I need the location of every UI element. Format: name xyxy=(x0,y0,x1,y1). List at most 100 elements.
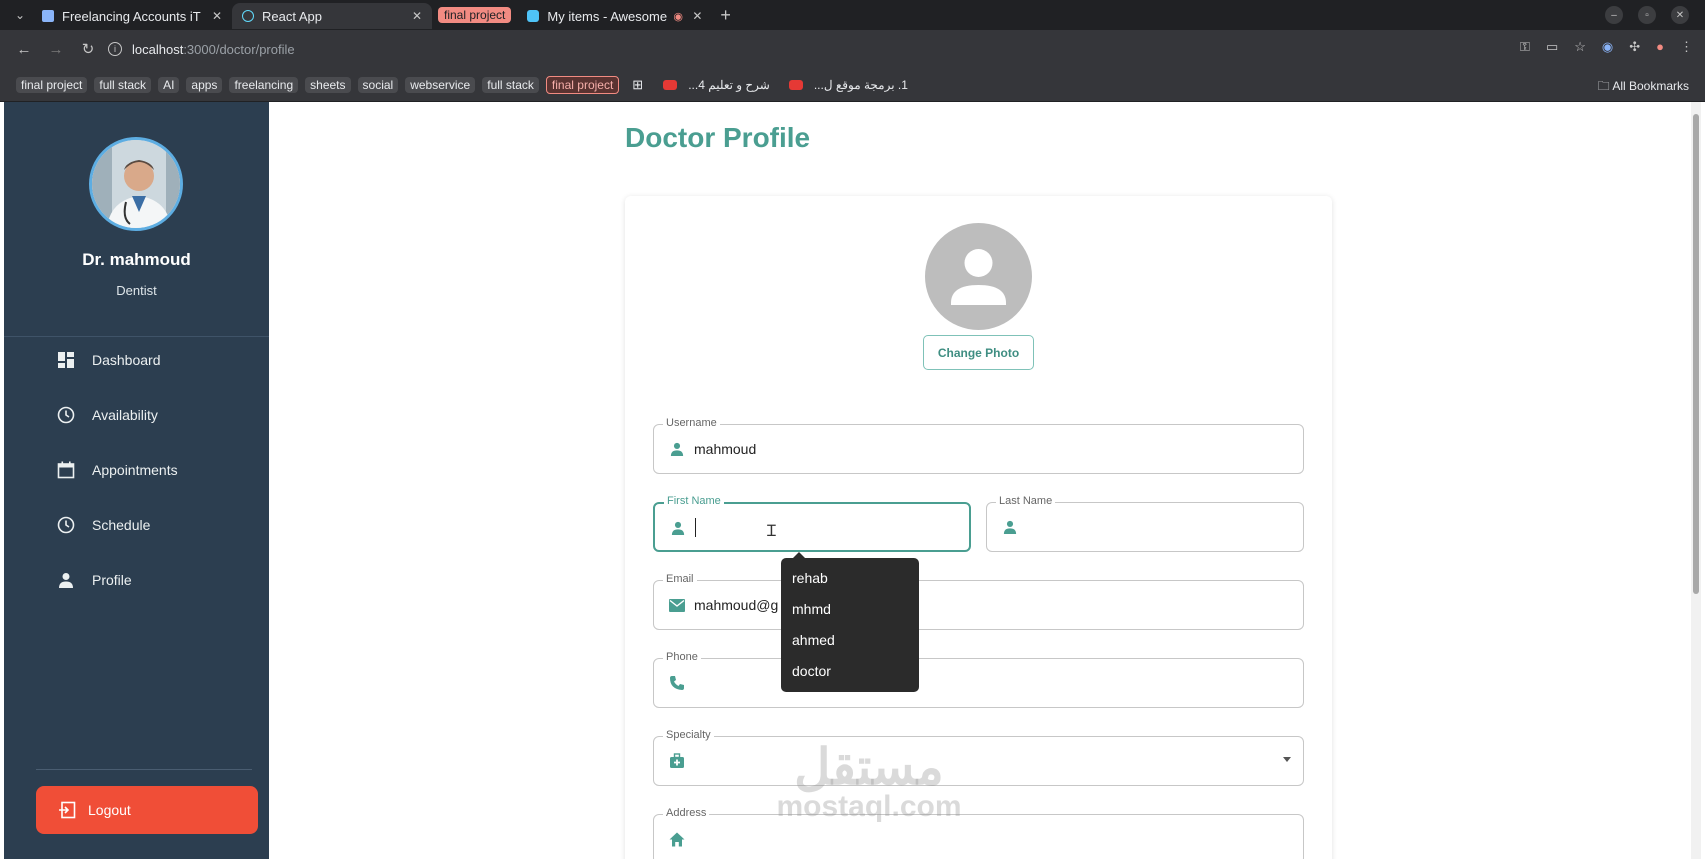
toolbar-icons: ⚿ ▭ ☆ ◉ ✣ ● ⋮ xyxy=(1520,39,1693,55)
autocomplete-option[interactable]: ahmed xyxy=(781,624,919,655)
address-bar[interactable]: i localhost:3000/doctor/profile xyxy=(108,34,1448,64)
forward-arrow-icon[interactable]: → xyxy=(42,35,70,63)
username-field[interactable]: Username mahmoud xyxy=(653,417,1304,474)
sidebar-item-profile[interactable]: Profile xyxy=(56,565,256,595)
last-name-field[interactable]: Last Name xyxy=(986,495,1304,552)
doctor-photo-icon xyxy=(92,140,180,228)
bookmark-item[interactable]: full stack xyxy=(482,76,539,93)
person-placeholder-icon xyxy=(951,249,1006,305)
tab-label: Freelancing Accounts iT xyxy=(62,8,201,24)
bookmark-link[interactable]: 1. برمجة موقع ل... xyxy=(809,77,913,93)
sheets-favicon-icon xyxy=(42,10,54,22)
sidebar-item-schedule[interactable]: Schedule xyxy=(56,510,256,540)
email-field[interactable]: Email mahmoud@g xyxy=(653,573,1304,630)
page-scrollbar[interactable] xyxy=(1691,102,1701,859)
specialty-label: Specialty xyxy=(663,729,714,741)
phone-label: Phone xyxy=(663,651,701,663)
bookmark-item[interactable]: webservice xyxy=(405,76,476,93)
bookmark-item[interactable]: final project xyxy=(545,75,620,94)
url-path: :3000/doctor/profile xyxy=(183,41,295,57)
mostaql-watermark: مستقل mostaql.com xyxy=(744,742,994,822)
autocomplete-option[interactable]: rehab xyxy=(781,562,919,593)
profile-avatar-icon[interactable]: ● xyxy=(1656,39,1664,55)
bookmark-item[interactable]: final project xyxy=(16,76,88,93)
sidebar-item-label: Availability xyxy=(92,407,158,423)
bookmark-item[interactable]: AI xyxy=(158,76,180,93)
calendar-icon xyxy=(56,460,76,480)
bookmark-item[interactable]: full stack xyxy=(94,76,152,93)
person-icon xyxy=(56,570,76,590)
sidebar-item-appointments[interactable]: Appointments xyxy=(56,455,256,485)
close-icon[interactable]: ✕ xyxy=(204,9,222,23)
more-menu-icon[interactable]: ⋮ xyxy=(1680,39,1693,55)
dashboard-icon xyxy=(56,350,76,370)
minimize-icon[interactable]: – xyxy=(1605,6,1623,24)
folder-icon: 🗀 xyxy=(1597,79,1610,93)
extension-red-icon[interactable]: ◉ xyxy=(1602,39,1613,55)
clock-icon xyxy=(56,405,76,425)
email-value: mahmoud@g xyxy=(694,597,779,613)
youtube-icon xyxy=(663,79,678,90)
bookmarks-bar: final project full stack AI apps freelan… xyxy=(0,68,1705,102)
watermark-latin: mostaql.com xyxy=(776,790,962,823)
apps-grid-icon[interactable]: ⊞ xyxy=(632,77,643,93)
address-label: Address xyxy=(663,807,710,819)
reload-icon[interactable]: ↻ xyxy=(74,35,102,63)
chevron-down-icon[interactable] xyxy=(1283,757,1291,762)
sidebar-divider xyxy=(4,336,269,337)
bookmark-star-icon[interactable]: ☆ xyxy=(1574,39,1586,55)
logout-icon xyxy=(58,801,76,822)
logout-label: Logout xyxy=(88,802,131,818)
extensions-puzzle-icon[interactable]: ✣ xyxy=(1629,39,1640,55)
tab-my-items[interactable]: My items - Awesome ◉ ✕ xyxy=(517,3,712,29)
new-tab-button[interactable]: + xyxy=(720,5,731,26)
tab-freelancing[interactable]: Freelancing Accounts iT ✕ xyxy=(32,3,232,29)
bookmark-link[interactable]: شرح و تعليم 4... xyxy=(683,77,775,93)
bookmark-item[interactable]: freelancing xyxy=(229,76,299,93)
doctor-avatar[interactable] xyxy=(89,137,183,231)
browser-toolbar: ← → ↻ i localhost:3000/doctor/profile ⚿ … xyxy=(0,30,1705,68)
react-favicon-icon xyxy=(242,10,254,22)
awesome-favicon-icon xyxy=(527,10,540,22)
page-viewport: Dr. mahmoud Dentist Dashboard Availabili… xyxy=(0,102,1705,859)
person-icon xyxy=(1001,518,1019,536)
tab-search-button[interactable]: ⌄ xyxy=(8,3,32,27)
all-bookmarks-button[interactable]: 🗀 All Bookmarks xyxy=(1598,77,1689,98)
username-value: mahmoud xyxy=(694,441,757,457)
youtube-icon xyxy=(788,79,803,90)
close-icon[interactable]: ✕ xyxy=(684,9,702,23)
bookmark-item[interactable]: apps xyxy=(186,76,223,93)
sidebar-item-label: Schedule xyxy=(92,517,151,533)
scrollbar-thumb[interactable] xyxy=(1693,114,1699,594)
medical-bag-icon xyxy=(668,752,686,770)
back-arrow-icon[interactable]: ← xyxy=(10,35,38,63)
site-info-icon[interactable]: i xyxy=(108,42,122,56)
first-name-field[interactable]: First Name Ɪ xyxy=(653,495,971,552)
cast-icon[interactable]: ▭ xyxy=(1546,39,1558,55)
phone-icon xyxy=(668,674,686,692)
tab-react-app[interactable]: React App ✕ xyxy=(232,3,432,29)
sidebar-item-availability[interactable]: Availability xyxy=(56,400,256,430)
sidebar-item-dashboard[interactable]: Dashboard xyxy=(56,345,256,375)
logout-button[interactable]: Logout xyxy=(36,786,258,834)
autocomplete-option[interactable]: doctor xyxy=(781,655,919,686)
bookmark-item[interactable]: social xyxy=(357,76,399,93)
main-content: Doctor Profile Change Photo Username mah… xyxy=(269,102,1689,859)
phone-field[interactable]: Phone xyxy=(653,651,1304,708)
restore-icon[interactable]: ▫ xyxy=(1638,6,1656,24)
username-label: Username xyxy=(663,417,720,429)
change-photo-button[interactable]: Change Photo xyxy=(923,335,1034,370)
text-caret xyxy=(695,518,696,537)
password-key-icon[interactable]: ⚿ xyxy=(1520,39,1530,55)
recording-icon: ◉ xyxy=(673,10,683,23)
tab-label: React App xyxy=(262,8,322,24)
watermark-arabic: مستقل xyxy=(794,739,944,795)
tab-group-chip[interactable]: final project xyxy=(438,7,512,23)
close-window-icon[interactable]: ✕ xyxy=(1671,6,1689,24)
doctor-name: Dr. mahmoud xyxy=(82,250,191,269)
doctor-specialty: Dentist xyxy=(116,283,157,298)
all-bookmarks-label: All Bookmarks xyxy=(1612,79,1689,93)
close-icon[interactable]: ✕ xyxy=(404,9,422,23)
bookmark-item[interactable]: sheets xyxy=(305,76,351,93)
autocomplete-option[interactable]: mhmd xyxy=(781,593,919,624)
